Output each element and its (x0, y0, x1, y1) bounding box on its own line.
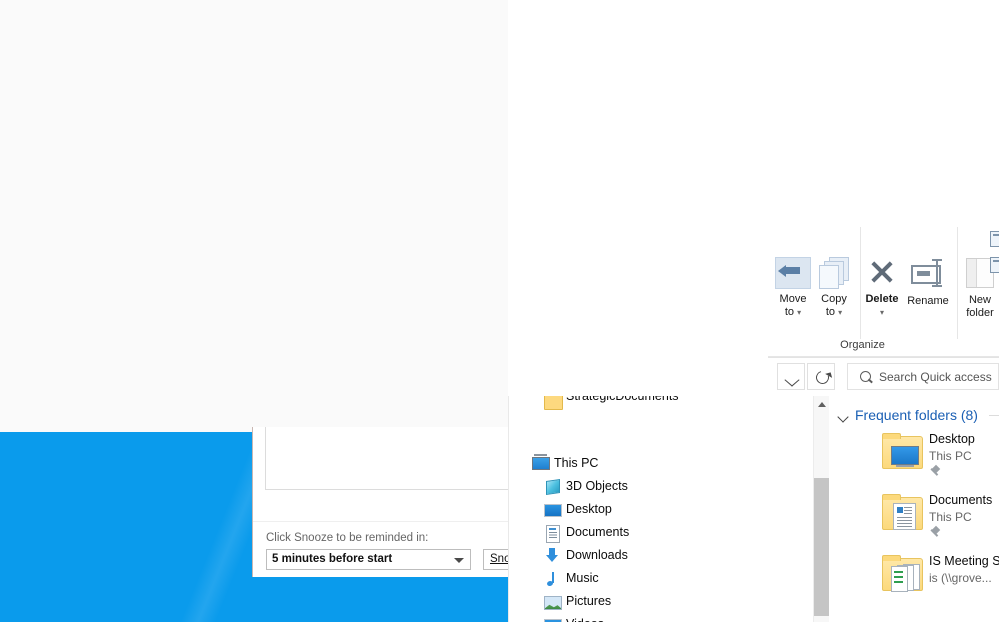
ribbon-separator (957, 227, 958, 339)
navigation-pane-scrollbar[interactable] (813, 396, 829, 622)
navigation-pane[interactable]: StrategicDocuments This PC 3D Objects De… (508, 396, 813, 622)
nav-item-pictures[interactable]: Pictures (508, 591, 813, 615)
folder-network-icon (882, 555, 923, 592)
refresh-icon (813, 368, 832, 387)
ribbon-bottom-divider (768, 356, 999, 357)
pin-icon[interactable] (930, 527, 941, 538)
explorer-address-bar: Search Quick access (768, 358, 999, 397)
ribbon-group-label: Organize (840, 339, 885, 351)
new-folder-label-line1: New (968, 294, 991, 306)
content-pane[interactable]: Frequent folders (8) Desktop This PC Doc… (829, 396, 999, 622)
chevron-down-icon[interactable]: ▾ (797, 308, 801, 317)
folder-documents-icon (882, 494, 923, 530)
delete-label: Delete (865, 293, 899, 305)
pin-icon[interactable] (930, 466, 941, 477)
nav-item-label: Music (566, 571, 599, 585)
snooze-interval-dropdown[interactable]: 5 minutes before start (266, 549, 471, 570)
delete-icon (863, 257, 901, 291)
chevron-down-icon[interactable]: ▾ (838, 308, 842, 317)
recent-locations-button[interactable] (777, 363, 805, 390)
folder-icon (544, 396, 563, 410)
nav-item-label: 3D Objects (566, 479, 628, 493)
nav-item-label: Videos (566, 617, 604, 622)
nav-item-music[interactable]: Music (508, 568, 813, 592)
frequent-folder-name: Documents (929, 493, 993, 507)
snooze-interval-value: 5 minutes before start (272, 553, 393, 565)
frequent-folder-item[interactable]: Desktop This PC (882, 432, 999, 493)
copy-to-button[interactable]: Copy to ▾ (815, 255, 853, 319)
copy-to-label-line1: Copy (821, 293, 847, 305)
search-input[interactable]: Search Quick access (847, 363, 999, 390)
copy-to-icon (815, 257, 853, 291)
new-item-icon[interactable] (990, 231, 999, 247)
nav-item-label: StrategicDocuments (566, 396, 679, 403)
move-to-label-line1: Move (779, 293, 807, 305)
nav-item-label: Desktop (566, 502, 612, 516)
chevron-down-icon (784, 373, 800, 387)
nav-item-videos[interactable]: Videos (508, 614, 813, 622)
snooze-button[interactable]: Sno (483, 549, 509, 570)
divider (253, 521, 509, 522)
explorer-ribbon-organize: Move to ▾ Copy to ▾ Delete ▾ Rename New … (768, 217, 999, 358)
rename-icon (904, 259, 952, 293)
outlook-reminder-dialog[interactable]: Click Snooze to be reminded in: 5 minute… (252, 427, 509, 577)
frequent-folder-name: IS Meeting S (929, 554, 999, 568)
folder-desktop-icon (882, 433, 923, 469)
refresh-button[interactable] (807, 363, 835, 390)
move-to-icon (774, 257, 812, 291)
move-to-label-line2: to (784, 305, 795, 318)
search-icon (860, 371, 871, 382)
section-rule (989, 415, 999, 416)
scroll-up-button[interactable] (814, 396, 829, 413)
nav-item-downloads[interactable]: Downloads (508, 545, 813, 569)
frequent-folder-location: This PC (929, 449, 972, 463)
nav-item-documents[interactable]: Documents (508, 522, 813, 546)
move-to-button[interactable]: Move to ▾ (774, 255, 812, 319)
nav-item-strategicdocuments[interactable]: StrategicDocuments (508, 396, 813, 410)
file-explorer-window[interactable]: Move to ▾ Copy to ▾ Delete ▾ Rename New … (508, 0, 999, 622)
nav-item-label: Pictures (566, 594, 612, 608)
easy-access-icon[interactable] (990, 257, 999, 273)
nav-item-label: Downloads (566, 548, 628, 562)
frequent-folder-location: This PC (929, 510, 972, 524)
new-folder-label-line2: folder (966, 306, 994, 319)
frequent-folder-item[interactable]: IS Meeting S is (\\grove... (882, 554, 999, 615)
chevron-down-icon (454, 558, 464, 563)
nav-item-desktop[interactable]: Desktop (508, 499, 813, 523)
nav-item-3d-objects[interactable]: 3D Objects (508, 476, 813, 500)
nav-item-label: This PC (554, 456, 599, 470)
rename-label: Rename (907, 295, 949, 307)
copy-to-label-line2: to (825, 305, 836, 318)
frequent-folder-item[interactable]: Documents This PC (882, 493, 999, 554)
frequent-folder-location: is (\\grove... (929, 571, 992, 585)
frequent-folder-name: Desktop (929, 432, 975, 446)
nav-item-label: Documents (566, 525, 630, 539)
chevron-down-icon[interactable]: ▾ (880, 308, 884, 317)
search-placeholder-text: Search Quick access (879, 370, 992, 384)
delete-button[interactable]: Delete ▾ (863, 255, 901, 319)
snooze-label: Click Snooze to be reminded in: (266, 532, 429, 544)
scrollbar-thumb[interactable] (814, 478, 829, 616)
explorer-window-left-edge (508, 396, 509, 622)
chevron-down-icon[interactable] (837, 411, 849, 423)
section-title: Frequent folders (8) (855, 407, 978, 423)
snooze-button-label: Sno (490, 553, 509, 565)
ribbon-separator (860, 227, 861, 339)
nav-item-this-pc[interactable]: This PC (508, 453, 813, 477)
reminder-items-list[interactable] (265, 427, 509, 490)
rename-button[interactable]: Rename (904, 255, 952, 308)
